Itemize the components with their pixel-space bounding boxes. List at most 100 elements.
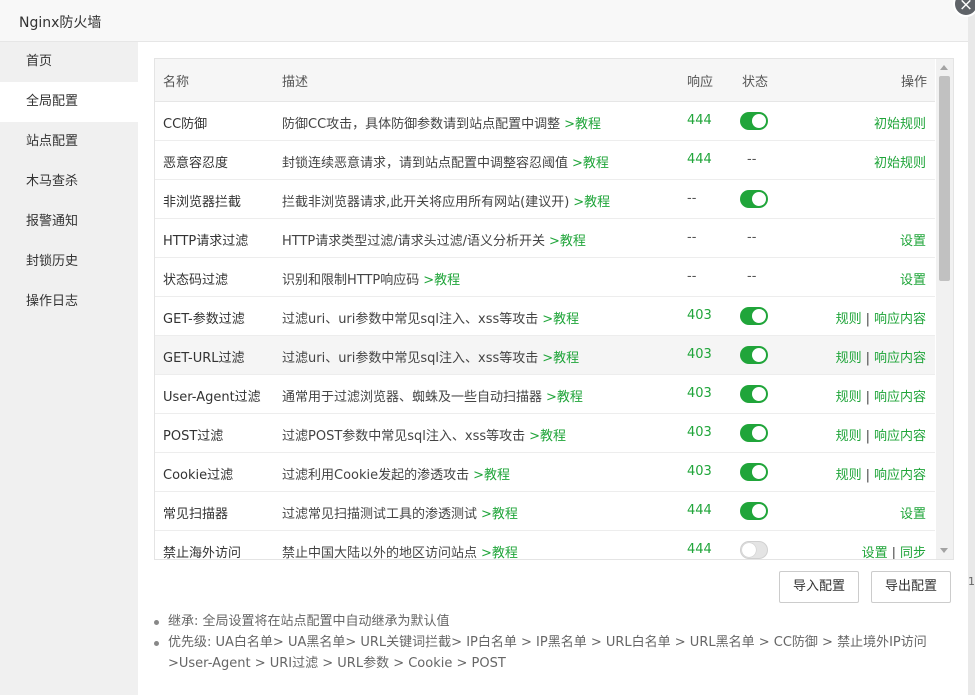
status-toggle[interactable]: [740, 190, 768, 208]
table-header: 名称 描述 响应 状态 操作: [155, 59, 935, 102]
rule-description: 过滤uri、uri参数中常见sql注入、xss等攻击 >教程: [282, 308, 579, 327]
status-toggle[interactable]: [740, 307, 768, 325]
note-priority-cont: >User-Agent > URI过滤 > URL参数 > Cookie > P…: [168, 656, 506, 671]
scroll-down-arrow-icon[interactable]: [940, 548, 948, 553]
action-separator: |: [891, 546, 896, 560]
rule-name: 禁止海外访问: [163, 546, 242, 560]
row-actions: 设置: [900, 269, 926, 288]
status-toggle[interactable]: [740, 541, 768, 559]
sidebar-item-block-history[interactable]: 封锁历史: [0, 242, 138, 282]
row-actions: 设置: [900, 503, 926, 522]
tutorial-link[interactable]: >教程: [423, 273, 460, 288]
sidebar-item-operation-log[interactable]: 操作日志: [0, 282, 138, 322]
action-separator: |: [865, 312, 870, 327]
rule-name: 常见扫描器: [163, 507, 229, 522]
rule-name: 非浏览器拦截: [163, 195, 242, 210]
action-link[interactable]: 设置: [862, 546, 888, 559]
rule-description: HTTP请求类型过滤/请求头过滤/语义分析开关 >教程: [282, 230, 586, 249]
status-text: --: [747, 269, 757, 284]
tutorial-link[interactable]: >教程: [481, 507, 518, 522]
action-link[interactable]: 响应内容: [874, 390, 926, 405]
action-link[interactable]: 响应内容: [874, 312, 926, 327]
action-link[interactable]: 同步: [900, 546, 926, 559]
export-config-button[interactable]: 导出配置: [871, 571, 952, 603]
row-actions: 规则 | 响应内容: [836, 464, 926, 483]
status-toggle[interactable]: [740, 385, 768, 403]
status-toggle[interactable]: [740, 112, 768, 130]
response-code: 403: [687, 308, 712, 323]
table-row: HTTP请求过滤 HTTP请求类型过滤/请求头过滤/语义分析开关 >教程 -- -- 设置: [155, 219, 935, 258]
sidebar-item-alert-notify[interactable]: 报警通知: [0, 202, 138, 242]
sidebar: 首页 全局配置 站点配置 木马查杀 报警通知 封锁历史 操作日志: [0, 42, 138, 695]
rule-description-text: 过滤POST参数中常见sql注入、xss等攻击: [282, 429, 526, 444]
response-code: 403: [687, 347, 712, 362]
action-separator: |: [865, 429, 870, 444]
action-link[interactable]: 规则: [836, 429, 862, 444]
rule-description: 过滤POST参数中常见sql注入、xss等攻击 >教程: [282, 425, 566, 444]
row-actions: 规则 | 响应内容: [836, 347, 926, 366]
action-link[interactable]: 规则: [836, 351, 862, 366]
rule-name: GET-参数过滤: [163, 312, 245, 327]
rule-description-text: 禁止中国大陆以外的地区访问站点: [282, 546, 478, 560]
tutorial-link[interactable]: >教程: [529, 429, 566, 444]
tutorial-link[interactable]: >教程: [481, 546, 518, 559]
window-title: Nginx防火墙: [19, 15, 102, 31]
table-scrollbar[interactable]: [936, 59, 953, 559]
action-link[interactable]: 规则: [836, 312, 862, 327]
action-link[interactable]: 响应内容: [874, 429, 926, 444]
table-row: Cookie过滤 过滤利用Cookie发起的渗透攻击 >教程 403 规则 | 响应内容: [155, 453, 935, 492]
tutorial-link[interactable]: >教程: [542, 351, 579, 366]
header-status: 状态: [742, 75, 769, 90]
table-row: GET-参数过滤 过滤uri、uri参数中常见sql注入、xss等攻击 >教程 403…: [155, 297, 935, 336]
sidebar-item-site-config[interactable]: 站点配置: [0, 122, 138, 162]
status-text: --: [747, 230, 757, 245]
rule-name: 状态码过滤: [163, 273, 229, 288]
rule-description-text: 拦截非浏览器请求,此开关将应用所有网站(建议开): [282, 195, 570, 210]
action-link[interactable]: 响应内容: [874, 351, 926, 366]
rule-description-text: 过滤uri、uri参数中常见sql注入、xss等攻击: [282, 351, 539, 366]
background-window-edge: 1: [968, 0, 975, 695]
scroll-up-arrow-icon[interactable]: [940, 65, 948, 70]
action-separator: |: [865, 351, 870, 366]
rule-name: POST过滤: [163, 429, 224, 444]
action-link[interactable]: 设置: [900, 273, 926, 288]
scroll-thumb[interactable]: [939, 76, 950, 281]
tutorial-link[interactable]: >教程: [473, 468, 510, 483]
status-toggle[interactable]: [740, 502, 768, 520]
sidebar-item-global-config[interactable]: 全局配置: [0, 82, 138, 122]
status-toggle[interactable]: [740, 424, 768, 442]
status-toggle[interactable]: [740, 463, 768, 481]
table-row: User-Agent过滤 通常用于过滤浏览器、蜘蛛及一些自动扫描器 >教程 403 规则…: [155, 375, 935, 414]
row-actions: 规则 | 响应内容: [836, 386, 926, 405]
tutorial-link[interactable]: >教程: [542, 312, 579, 327]
response-code: 444: [687, 542, 712, 557]
action-link[interactable]: 响应内容: [874, 468, 926, 483]
notes: 继承: 全局设置将在站点配置中自动继承为默认值 优先级: UA白名单> UA黑名…: [152, 611, 952, 674]
action-link[interactable]: 规则: [836, 390, 862, 405]
tutorial-link[interactable]: >教程: [564, 117, 601, 132]
rule-description-text: 封锁连续恶意请求，请到站点配置中调整容忍阈值: [282, 156, 569, 171]
action-link[interactable]: 初始规则: [874, 117, 926, 132]
rules-table: 名称 描述 响应 状态 操作 CC防御 防御CC攻击，具体防御参数请到站点配置中调…: [154, 58, 954, 560]
action-link[interactable]: 设置: [900, 507, 926, 522]
import-config-button[interactable]: 导入配置: [779, 571, 860, 603]
status-toggle[interactable]: [740, 346, 768, 364]
rule-description: 过滤利用Cookie发起的渗透攻击 >教程: [282, 464, 510, 483]
table-row: 常见扫描器 过滤常见扫描测试工具的渗透测试 >教程 444 设置: [155, 492, 935, 531]
sidebar-item-trojan-scan[interactable]: 木马查杀: [0, 162, 138, 202]
response-code: 444: [687, 503, 712, 518]
rule-description: 过滤常见扫描测试工具的渗透测试 >教程: [282, 503, 518, 522]
background-edge-text: 1: [968, 575, 975, 588]
tutorial-link[interactable]: >教程: [549, 234, 586, 249]
response-code: 444: [687, 113, 712, 128]
table-row: POST过滤 过滤POST参数中常见sql注入、xss等攻击 >教程 403 规则 | 响应…: [155, 414, 935, 453]
tutorial-link[interactable]: >教程: [573, 195, 610, 210]
row-actions: 初始规则: [874, 152, 926, 171]
action-link[interactable]: 规则: [836, 468, 862, 483]
action-link[interactable]: 设置: [900, 234, 926, 249]
tutorial-link[interactable]: >教程: [546, 390, 583, 405]
rule-name: 恶意容忍度: [163, 156, 229, 171]
action-link[interactable]: 初始规则: [874, 156, 926, 171]
sidebar-item-home[interactable]: 首页: [0, 42, 138, 82]
tutorial-link[interactable]: >教程: [572, 156, 609, 171]
